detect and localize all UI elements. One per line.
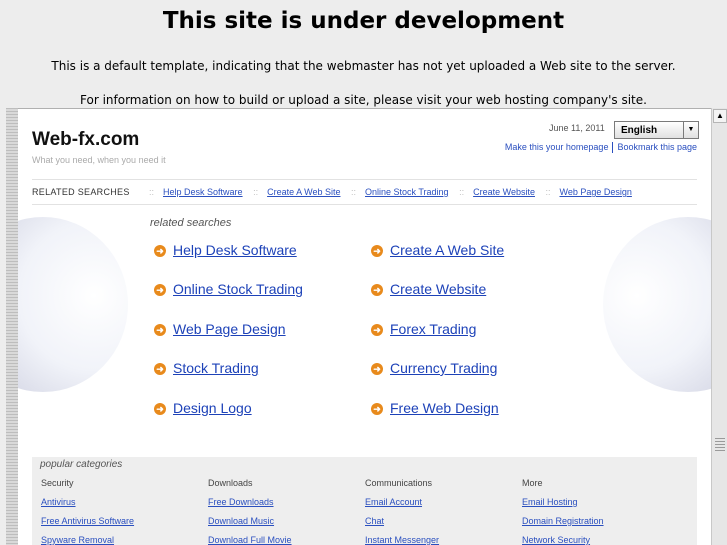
related-link-label[interactable]: Help Desk Software: [173, 242, 297, 258]
related-link[interactable]: ➜ Design Logo: [154, 400, 252, 416]
date-label: June 11, 2011: [549, 123, 605, 133]
related-bar-link[interactable]: Create Website: [473, 187, 535, 197]
related-link-label[interactable]: Currency Trading: [390, 360, 497, 376]
category-link[interactable]: Free Antivirus Software: [41, 516, 134, 526]
category-column: More Email Hosting Domain Registration N…: [522, 478, 604, 545]
top-links: Make this your homepage Bookmark this pag…: [505, 142, 697, 154]
arrow-circle-icon: ➜: [154, 324, 166, 336]
related-link[interactable]: ➜ Currency Trading: [371, 360, 497, 376]
related-link-label[interactable]: Create Website: [390, 281, 486, 297]
separator: ::: [351, 187, 357, 197]
related-link[interactable]: ➜ Stock Trading: [154, 360, 259, 376]
category-heading: Downloads: [208, 478, 253, 488]
related-link-label[interactable]: Free Web Design: [390, 400, 499, 416]
link-divider: [612, 142, 614, 154]
related-link[interactable]: ➜ Help Desk Software: [154, 242, 297, 258]
related-link[interactable]: ➜ Create Website: [371, 281, 486, 297]
related-bar-link[interactable]: Web Page Design: [560, 187, 632, 197]
related-link[interactable]: ➜ Free Web Design: [371, 400, 499, 416]
category-link[interactable]: Download Music: [208, 516, 292, 526]
related-link-label[interactable]: Forex Trading: [390, 321, 476, 337]
category-heading: Communications: [365, 478, 433, 488]
decorative-arc-right: [603, 217, 711, 392]
scroll-up-arrow-icon[interactable]: ▲: [713, 109, 727, 123]
related-link[interactable]: ➜ Web Page Design: [154, 321, 286, 337]
category-link[interactable]: Domain Registration: [522, 516, 604, 526]
related-bar-link[interactable]: Online Stock Trading: [365, 187, 449, 197]
category-link[interactable]: Free Downloads: [208, 497, 292, 507]
popular-heading: popular categories: [40, 459, 123, 470]
separator: ::: [253, 187, 259, 197]
category-heading: Security: [41, 478, 74, 488]
separator: ::: [459, 187, 465, 197]
separator: ::: [545, 187, 551, 197]
bookmark-link[interactable]: Bookmark this page: [617, 142, 697, 152]
related-link-label[interactable]: Online Stock Trading: [173, 281, 303, 297]
category-link[interactable]: Download Full Movie: [208, 535, 292, 545]
arrow-circle-icon: ➜: [371, 363, 383, 375]
category-link[interactable]: Network Security: [522, 535, 604, 545]
related-link-label[interactable]: Create A Web Site: [390, 242, 504, 258]
related-link[interactable]: ➜ Create A Web Site: [371, 242, 504, 258]
chevron-down-icon[interactable]: ▼: [683, 122, 698, 138]
related-link-label[interactable]: Web Page Design: [173, 321, 286, 337]
arrow-circle-icon: ➜: [371, 403, 383, 415]
arrow-circle-icon: ➜: [154, 245, 166, 257]
related-link[interactable]: ➜ Online Stock Trading: [154, 281, 303, 297]
category-link[interactable]: Chat: [365, 516, 439, 526]
related-link[interactable]: ➜ Forex Trading: [371, 321, 476, 337]
arrow-circle-icon: ➜: [154, 403, 166, 415]
frame-left-border: [6, 108, 18, 545]
page-title: This site is under development: [162, 8, 565, 34]
parked-page-frame: Web-fx.com What you need, when you need …: [18, 108, 711, 545]
site-tagline: What you need, when you need it: [32, 155, 166, 165]
decorative-arc-left: [18, 217, 128, 392]
related-link-label[interactable]: Design Logo: [173, 400, 252, 416]
separator: ::: [149, 187, 155, 197]
arrow-circle-icon: ➜: [154, 284, 166, 296]
category-link[interactable]: Antivirus: [41, 497, 134, 507]
popular-categories: popular categories Security Antivirus Fr…: [32, 457, 697, 545]
make-homepage-link[interactable]: Make this your homepage: [505, 142, 609, 152]
category-column: Security Antivirus Free Antivirus Softwa…: [41, 478, 134, 545]
language-select[interactable]: English ▼: [614, 121, 699, 139]
category-link[interactable]: Email Hosting: [522, 497, 604, 507]
related-bar-link[interactable]: Create A Web Site: [267, 187, 340, 197]
category-heading: More: [522, 478, 543, 488]
related-bar-label: RELATED SEARCHES: [32, 187, 130, 197]
category-link[interactable]: Instant Messenger: [365, 535, 439, 545]
vertical-scrollbar[interactable]: ▲: [711, 108, 727, 545]
scroll-grip[interactable]: [715, 438, 725, 452]
category-column: Downloads Free Downloads Download Music …: [208, 478, 292, 545]
category-column: Communications Email Account Chat Instan…: [365, 478, 439, 545]
category-link[interactable]: Spyware Removal: [41, 535, 134, 545]
arrow-circle-icon: ➜: [371, 324, 383, 336]
language-value: English: [621, 125, 658, 136]
arrow-circle-icon: ➜: [154, 363, 166, 375]
related-link-label[interactable]: Stock Trading: [173, 360, 259, 376]
site-logo[interactable]: Web-fx.com: [32, 129, 139, 151]
related-bar-links: :: Help Desk Software :: Create A Web Site…: [149, 187, 640, 197]
related-bar-link[interactable]: Help Desk Software: [163, 187, 243, 197]
category-link[interactable]: Email Account: [365, 497, 439, 507]
notice-line-2: For information on how to build or uploa…: [80, 93, 647, 107]
related-searches-bar: RELATED SEARCHES :: Help Desk Software ::…: [32, 179, 697, 205]
arrow-circle-icon: ➜: [371, 284, 383, 296]
notice-line-1: This is a default template, indicating t…: [51, 59, 676, 73]
arrow-circle-icon: ➜: [371, 245, 383, 257]
related-searches-heading: related searches: [150, 217, 232, 229]
